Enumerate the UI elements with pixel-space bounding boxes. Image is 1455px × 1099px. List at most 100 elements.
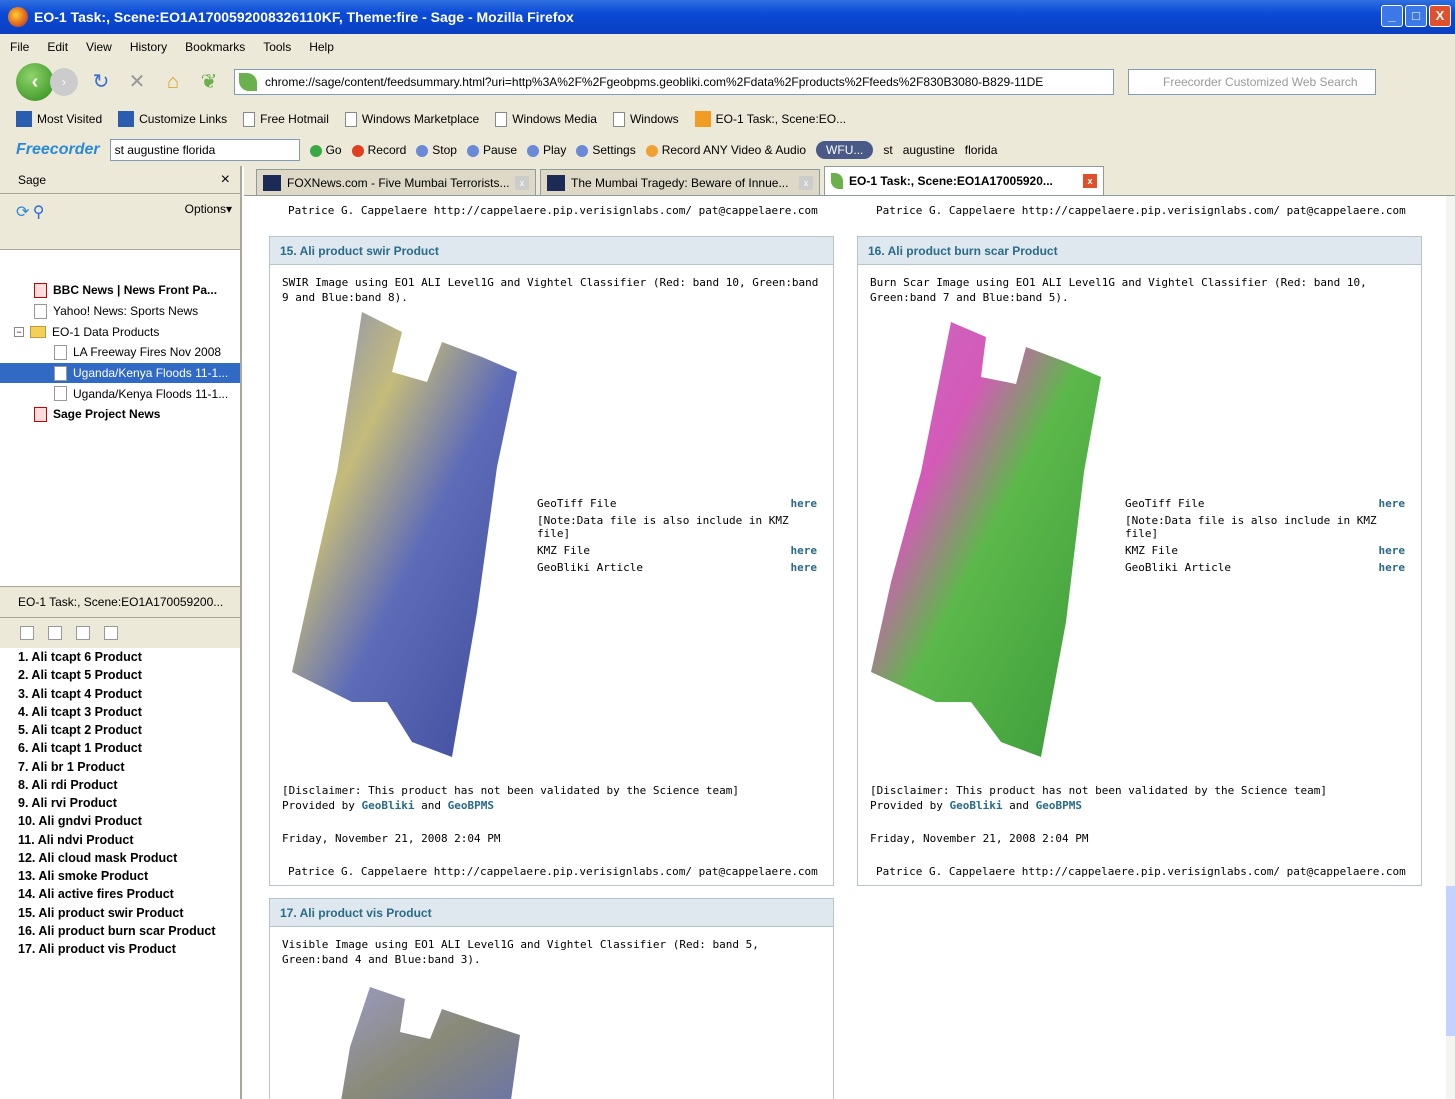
view-all-icon[interactable] xyxy=(76,626,90,640)
kmz-link[interactable]: here xyxy=(1379,542,1406,559)
list-item[interactable]: 10. Ali gndvi Product xyxy=(18,812,216,830)
bookmark-augustine[interactable]: augustine xyxy=(903,143,955,157)
tree-item-uganda-1[interactable]: Uganda/Kenya Floods 11-1... xyxy=(0,362,240,384)
record-button[interactable]: Record xyxy=(351,143,406,157)
reload-icon[interactable]: ↻ xyxy=(88,69,114,95)
tab-eo1-task[interactable]: EO-1 Task:, Scene:EO1A17005920... x xyxy=(824,166,1104,195)
list-item[interactable]: 1. Ali tcapt 6 Product xyxy=(18,648,216,666)
list-item[interactable]: 16. Ali product burn scar Product xyxy=(18,922,216,940)
menu-bookmarks[interactable]: Bookmarks xyxy=(185,40,245,54)
mark-unread-icon[interactable] xyxy=(48,626,62,640)
close-tab-icon[interactable]: x xyxy=(799,175,813,190)
swir-satellite-image[interactable] xyxy=(292,312,527,762)
forward-button[interactable]: › xyxy=(50,68,78,96)
geotiff-link[interactable]: here xyxy=(1379,495,1406,512)
list-item[interactable]: 13. Ali smoke Product xyxy=(18,867,216,885)
geotiff-label: GeoTiff File xyxy=(1125,497,1205,510)
menu-edit[interactable]: Edit xyxy=(47,40,68,54)
radio-station-control[interactable]: WFU... xyxy=(816,141,874,159)
bookmark-windows-media[interactable]: Windows Media xyxy=(495,111,597,127)
bookmark-windows-marketplace[interactable]: Windows Marketplace xyxy=(344,111,479,127)
collapse-icon[interactable]: − xyxy=(14,326,24,337)
stop-button[interactable]: Stop xyxy=(416,143,457,157)
sidebar-close-button[interactable]: × xyxy=(221,171,230,189)
close-tab-icon[interactable]: x xyxy=(1083,174,1097,188)
list-item[interactable]: 2. Ali tcapt 5 Product xyxy=(18,666,216,684)
download-links: GeoTiff File here [Note:Data file is also… xyxy=(537,495,817,576)
menu-file[interactable]: File xyxy=(10,40,29,54)
url-bar[interactable]: chrome://sage/content/feedsummary.html?u… xyxy=(234,69,1114,95)
card-title[interactable]: 15. Ali product swir Product xyxy=(270,237,833,265)
list-item[interactable]: 3. Ali tcapt 4 Product xyxy=(18,685,216,703)
menu-history[interactable]: History xyxy=(130,40,167,54)
list-item[interactable]: 11. Ali ndvi Product xyxy=(18,831,216,849)
view-list-icon[interactable] xyxy=(104,626,118,640)
play-icon xyxy=(527,144,540,157)
tree-item-yahoo[interactable]: Yahoo! News: Sports News xyxy=(0,301,240,322)
sage-leaf-icon[interactable]: ❦ xyxy=(196,69,222,95)
card-title[interactable]: 17. Ali product vis Product xyxy=(270,899,833,927)
home-icon[interactable]: ⌂ xyxy=(160,69,186,95)
geotiff-link[interactable]: here xyxy=(791,495,818,512)
pause-button[interactable]: Pause xyxy=(466,143,517,157)
go-button[interactable]: Go xyxy=(309,143,342,157)
record-any-button[interactable]: Record ANY Video & Audio xyxy=(645,143,806,157)
record-any-icon xyxy=(645,144,658,157)
menu-help[interactable]: Help xyxy=(309,40,334,54)
list-item[interactable]: 6. Ali tcapt 1 Product xyxy=(18,739,216,757)
bookmark-st[interactable]: st xyxy=(883,143,892,157)
menu-view[interactable]: View xyxy=(86,40,112,54)
list-item[interactable]: 12. Ali cloud mask Product xyxy=(18,849,216,867)
geobpms-link[interactable]: GeoBPMS xyxy=(1036,799,1082,812)
tab-foxnews[interactable]: FOXNews.com - Five Mumbai Terrorists... x xyxy=(256,169,536,195)
freecorder-logo[interactable]: Freecorder xyxy=(16,141,100,159)
geobliki-link[interactable]: GeoBliki xyxy=(949,799,1002,812)
menu-bar: File Edit View History Bookmarks Tools H… xyxy=(0,34,1455,60)
bookmark-customize-links[interactable]: Customize Links xyxy=(118,111,227,127)
stop-icon[interactable]: ✕ xyxy=(124,69,150,95)
refresh-feeds-icon[interactable]: ⟳ xyxy=(16,204,29,221)
close-window-button[interactable]: X xyxy=(1429,5,1451,27)
geobpms-link[interactable]: GeoBPMS xyxy=(448,799,494,812)
list-item[interactable]: 15. Ali product swir Product xyxy=(18,904,216,922)
bookmark-most-visited[interactable]: Most Visited xyxy=(16,111,102,127)
bookmark-eo1-task[interactable]: EO-1 Task:, Scene:EO... xyxy=(694,111,846,127)
kmz-link[interactable]: here xyxy=(791,542,818,559)
scrollbar-thumb[interactable] xyxy=(1446,886,1455,1036)
list-item[interactable]: 9. Ali rvi Product xyxy=(18,794,216,812)
tree-item-bbc[interactable]: BBC News | News Front Pa... xyxy=(0,280,240,301)
freecorder-search-input[interactable]: st augustine florida xyxy=(109,139,300,161)
article-link[interactable]: here xyxy=(791,559,818,576)
list-item[interactable]: 14. Ali active fires Product xyxy=(18,885,216,903)
maximize-button[interactable]: □ xyxy=(1405,5,1427,27)
article-link[interactable]: here xyxy=(1379,559,1406,576)
list-item[interactable]: 5. Ali tcapt 2 Product xyxy=(18,721,216,739)
search-icon[interactable]: ⚲ xyxy=(33,204,45,221)
mark-read-icon[interactable] xyxy=(20,626,34,640)
bookmark-florida[interactable]: florida xyxy=(965,143,998,157)
settings-button[interactable]: Settings xyxy=(576,143,636,157)
tree-item-uganda-2[interactable]: Uganda/Kenya Floods 11-1... xyxy=(0,383,240,404)
play-button[interactable]: Play xyxy=(527,143,566,157)
options-menu[interactable]: Options▾ xyxy=(185,202,232,216)
content-scrollbar[interactable] xyxy=(1446,196,1455,1099)
search-input[interactable]: Freecorder Customized Web Search xyxy=(1128,69,1376,95)
tree-folder-eo1[interactable]: − EO-1 Data Products xyxy=(0,321,240,342)
list-item[interactable]: 17. Ali product vis Product xyxy=(18,940,216,958)
list-item[interactable]: 8. Ali rdi Product xyxy=(18,776,216,794)
tree-item-la-fires[interactable]: LA Freeway Fires Nov 2008 xyxy=(0,342,240,363)
menu-tools[interactable]: Tools xyxy=(263,40,291,54)
geobliki-link[interactable]: GeoBliki xyxy=(361,799,414,812)
close-tab-icon[interactable]: x xyxy=(515,175,529,190)
card-title[interactable]: 16. Ali product burn scar Product xyxy=(858,237,1421,265)
bookmark-windows[interactable]: Windows xyxy=(612,111,679,127)
bookmark-free-hotmail[interactable]: Free Hotmail xyxy=(243,111,329,127)
minimize-button[interactable]: _ xyxy=(1381,5,1403,27)
tab-mumbai[interactable]: The Mumbai Tragedy: Beware of Innue... x xyxy=(540,169,820,195)
back-button[interactable]: ‹ xyxy=(16,63,54,101)
visible-satellite-image[interactable] xyxy=(320,987,530,1099)
tree-item-sage-news[interactable]: Sage Project News xyxy=(0,404,240,425)
list-item[interactable]: 7. Ali br 1 Product xyxy=(18,758,216,776)
list-item[interactable]: 4. Ali tcapt 3 Product xyxy=(18,703,216,721)
burn-scar-satellite-image[interactable] xyxy=(866,322,1106,762)
